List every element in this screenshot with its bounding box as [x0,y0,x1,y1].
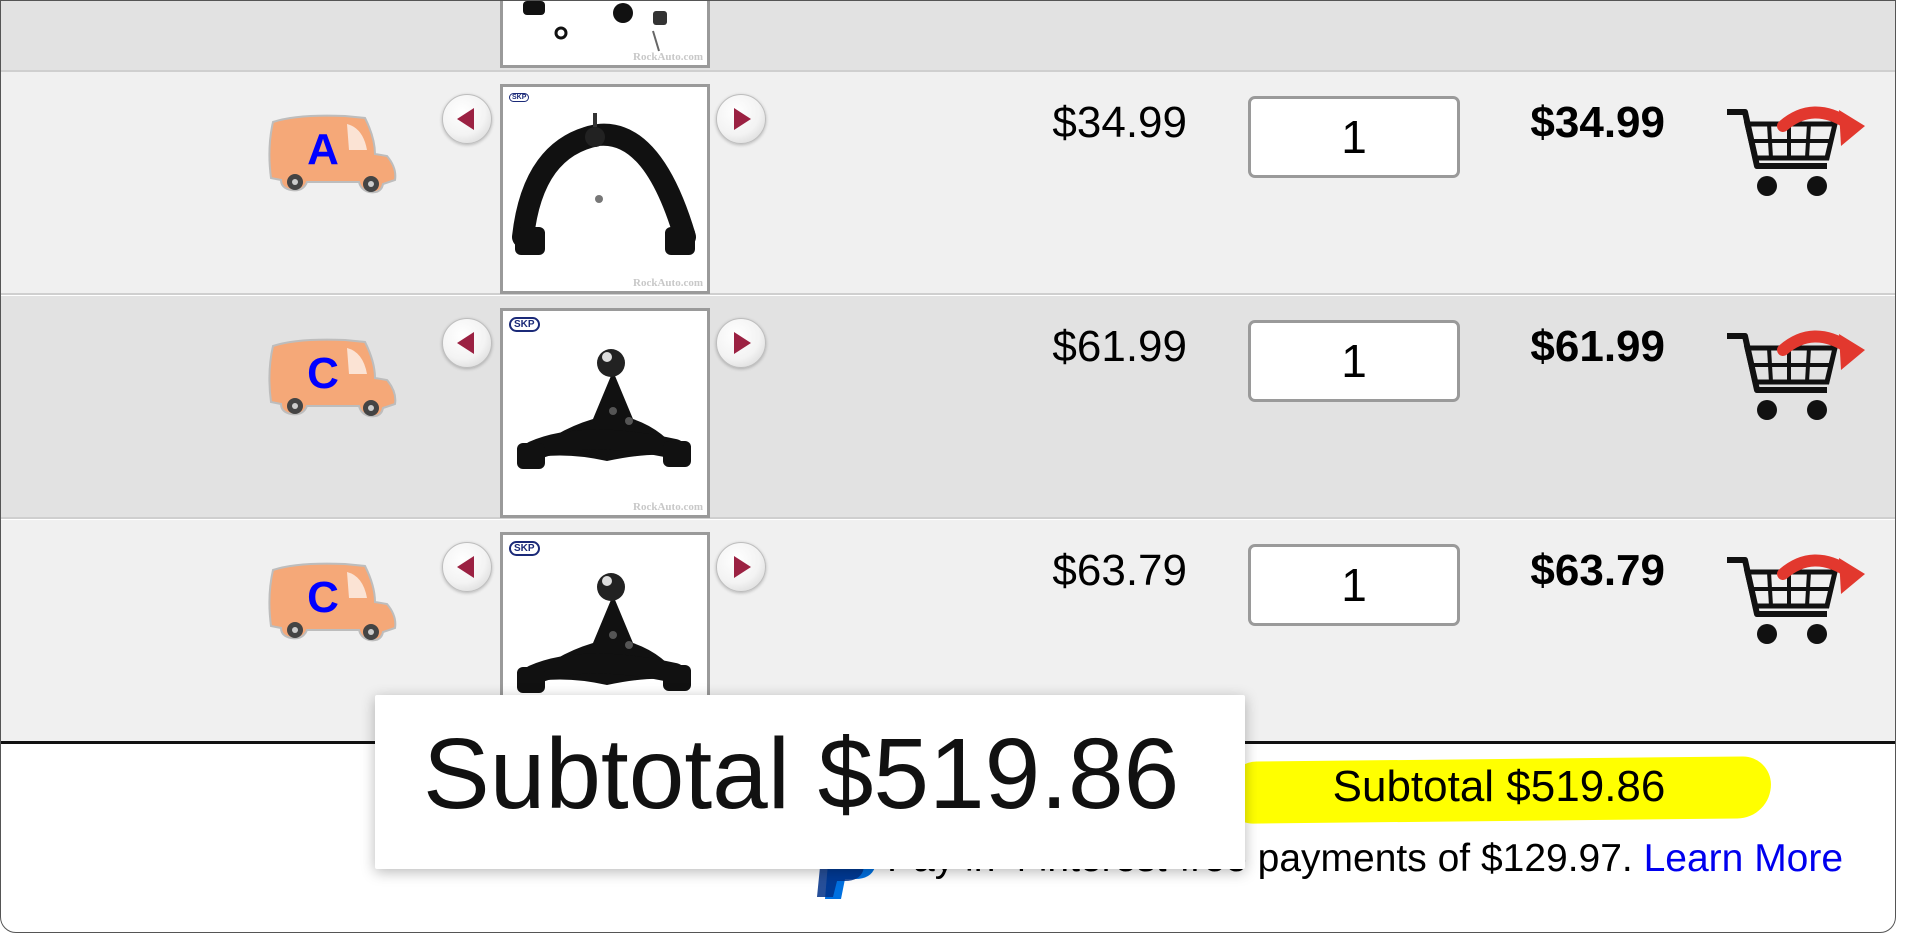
product-thumbnail-partial[interactable]: RockAuto.com [500,1,710,68]
learn-more-link[interactable]: Learn More [1644,837,1843,880]
brand-logo: SKP [509,317,540,332]
delivery-truck-icon: C [268,562,397,642]
quantity-input[interactable]: 1 [1248,96,1460,178]
prev-image-button[interactable] [442,94,492,144]
subtotal-label: Subtotal $519.86 [1332,762,1666,811]
quantity-input[interactable]: 1 [1248,320,1460,402]
add-to-cart-button[interactable] [1723,106,1869,202]
product-row: C SKP RockAuto.com $61.99 1 $61.99 [1,296,1895,519]
product-row: A SKP RockAuto.com $34.99 1 $34.99 [1,72,1895,295]
next-image-button[interactable] [716,318,766,368]
availability-code: C [307,573,339,622]
lower-control-arm-icon [517,349,691,469]
availability-code: C [307,349,339,398]
unit-price: $63.79 [1052,546,1187,595]
delivery-truck-icon: C [268,338,397,418]
watermark: RockAuto.com [633,277,703,289]
chevron-right-icon [734,332,751,354]
brand-logo: SKP [509,93,530,102]
availability-code: A [307,125,339,174]
line-total: $34.99 [1530,98,1665,147]
product-thumbnail[interactable]: SKP RockAuto.com [500,84,710,294]
product-thumbnail[interactable]: SKP RockAuto.com [500,308,710,518]
partial-product-row: RockAuto.com [1,1,1895,72]
line-total: $61.99 [1530,322,1665,371]
cart-frame: RockAuto.com A SKP RockAuto.com $34.99 1… [0,0,1896,933]
chevron-right-icon [734,108,751,130]
brand-logo: SKP [509,541,540,556]
next-image-button[interactable] [716,542,766,592]
next-image-button[interactable] [716,94,766,144]
unit-price: $34.99 [1052,98,1187,147]
upper-control-arm-icon [512,113,696,255]
delivery-truck-icon: A [268,114,397,194]
add-to-cart-button[interactable] [1723,554,1869,650]
prev-image-button[interactable] [442,318,492,368]
unit-price: $61.99 [1052,322,1187,371]
chevron-left-icon [457,332,474,354]
zoom-callout: Subtotal $519.86 [375,695,1245,869]
watermark: RockAuto.com [633,51,703,63]
line-total: $63.79 [1530,546,1665,595]
chevron-left-icon [457,556,474,578]
add-to-cart-button[interactable] [1723,330,1869,426]
quantity-input[interactable]: 1 [1248,544,1460,626]
chevron-left-icon [457,108,474,130]
watermark: RockAuto.com [633,501,703,513]
prev-image-button[interactable] [442,542,492,592]
zoom-callout-text: Subtotal $519.86 [423,718,1180,830]
chevron-right-icon [734,556,751,578]
